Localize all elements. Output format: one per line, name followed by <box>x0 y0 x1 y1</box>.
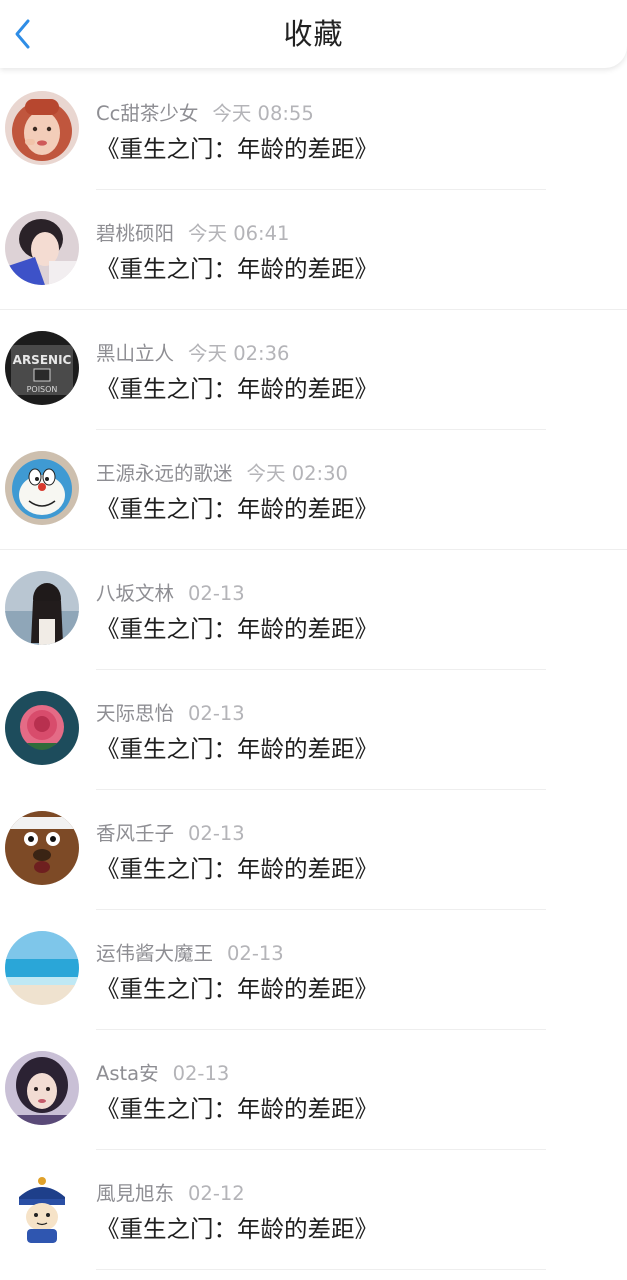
avatar[interactable] <box>5 451 79 525</box>
timestamp: 02-13 <box>188 702 245 725</box>
avatar[interactable] <box>5 571 79 645</box>
favorite-title: 《重生之门：年龄的差距》 <box>96 375 378 403</box>
list-item[interactable]: ARSENIC POISON 黑山立人 今天 02:36 《重生之门：年龄的差距》 <box>0 310 627 430</box>
favorite-title: 《重生之门：年龄的差距》 <box>96 615 378 643</box>
girl-seaside-avatar-icon <box>5 571 79 645</box>
doraemon-avatar-icon <box>5 451 79 525</box>
avatar[interactable] <box>5 211 79 285</box>
user-name-text: Asta安 <box>96 1062 159 1085</box>
user-name-text: 运伟酱大魔王 <box>96 942 214 965</box>
user-name-text: 天际思怡 <box>96 702 175 725</box>
girl-dark-hair-avatar-icon <box>5 1051 79 1125</box>
avatar[interactable]: ARSENIC POISON <box>5 331 79 405</box>
avatar[interactable] <box>5 691 79 765</box>
favorites-list: Cc甜茶少女 今天 08:55 《重生之门：年龄的差距》 碧桃硕阳 今天 06:41… <box>0 70 627 1270</box>
beach-avatar-icon <box>5 931 79 1005</box>
user-name: 运伟酱大魔王 02-13 <box>96 937 284 966</box>
avatar[interactable] <box>5 811 79 885</box>
timestamp: 02-13 <box>188 822 245 845</box>
user-name: Cc甜茶少女 今天 08:55 <box>96 97 314 126</box>
list-item[interactable]: Asta安 02-13 《重生之门：年龄的差距》 <box>0 1030 627 1150</box>
brown-bear-avatar-icon <box>5 811 79 885</box>
timestamp: 今天 02:36 <box>188 342 290 365</box>
list-item[interactable]: 八坂文林 02-13 《重生之门：年龄的差距》 <box>0 550 627 670</box>
arsenic-poison-avatar-icon: ARSENIC POISON <box>5 331 79 405</box>
top-nav-bar: 收藏 <box>0 0 627 68</box>
user-name: 八坂文林 02-13 <box>96 577 245 606</box>
avatar[interactable] <box>5 931 79 1005</box>
list-item[interactable]: 風見旭东 02-12 《重生之门：年龄的差距》 <box>0 1150 627 1270</box>
page-title: 收藏 <box>283 17 344 51</box>
rose-avatar-icon <box>5 691 79 765</box>
favorite-title: 《重生之门：年龄的差距》 <box>96 135 378 163</box>
avatar[interactable] <box>5 91 79 165</box>
user-name-text: 風見旭东 <box>96 1182 175 1205</box>
user-name-text: 碧桃硕阳 <box>96 222 175 245</box>
timestamp: 今天 08:55 <box>212 102 314 125</box>
timestamp: 02-13 <box>227 942 284 965</box>
list-item[interactable]: 王源永远的歌迷 今天 02:30 《重生之门：年龄的差距》 <box>0 430 627 550</box>
favorite-title: 《重生之门：年龄的差距》 <box>96 1215 378 1243</box>
user-name: Asta安 02-13 <box>96 1057 229 1086</box>
user-name: 風見旭东 02-12 <box>96 1177 245 1206</box>
user-name: 天际思怡 02-13 <box>96 697 245 726</box>
user-name-text: 王源永远的歌迷 <box>96 462 233 485</box>
favorite-title: 《重生之门：年龄的差距》 <box>96 855 378 883</box>
timestamp: 02-13 <box>172 1062 230 1085</box>
timestamp: 今天 06:41 <box>188 222 290 245</box>
user-name-text: 八坂文林 <box>96 582 175 605</box>
user-name: 王源永远的歌迷 今天 02:30 <box>96 457 348 486</box>
user-name-text: 香风壬子 <box>96 822 175 845</box>
favorite-title: 《重生之门：年龄的差距》 <box>96 1095 378 1123</box>
user-name-text: 黑山立人 <box>96 342 175 365</box>
timestamp: 今天 02:30 <box>246 462 348 485</box>
svg-text:ARSENIC: ARSENIC <box>13 353 72 367</box>
red-haired-girl-avatar-icon <box>5 91 79 165</box>
avatar[interactable] <box>5 1051 79 1125</box>
user-name: 碧桃硕阳 今天 06:41 <box>96 217 289 246</box>
girl-portrait-avatar-icon <box>5 211 79 285</box>
avatar[interactable] <box>5 1171 79 1245</box>
list-item[interactable]: 天际思怡 02-13 《重生之门：年龄的差距》 <box>0 670 627 790</box>
list-item[interactable]: 香风壬子 02-13 《重生之门：年龄的差距》 <box>0 790 627 910</box>
favorite-title: 《重生之门：年龄的差距》 <box>96 975 378 1003</box>
qing-official-cartoon-avatar-icon <box>5 1171 79 1245</box>
timestamp: 02-13 <box>188 582 245 605</box>
divider <box>96 1269 546 1270</box>
user-name: 黑山立人 今天 02:36 <box>96 337 289 366</box>
favorite-title: 《重生之门：年龄的差距》 <box>96 495 378 523</box>
user-name: 香风壬子 02-13 <box>96 817 245 846</box>
timestamp: 02-12 <box>188 1182 245 1205</box>
user-name-text: Cc甜茶少女 <box>96 102 199 125</box>
list-item[interactable]: 碧桃硕阳 今天 06:41 《重生之门：年龄的差距》 <box>0 190 627 310</box>
list-item[interactable]: Cc甜茶少女 今天 08:55 《重生之门：年龄的差距》 <box>0 70 627 190</box>
svg-text:POISON: POISON <box>27 385 58 394</box>
favorite-title: 《重生之门：年龄的差距》 <box>96 735 378 763</box>
list-item[interactable]: 运伟酱大魔王 02-13 《重生之门：年龄的差距》 <box>0 910 627 1030</box>
favorite-title: 《重生之门：年龄的差距》 <box>96 255 378 283</box>
